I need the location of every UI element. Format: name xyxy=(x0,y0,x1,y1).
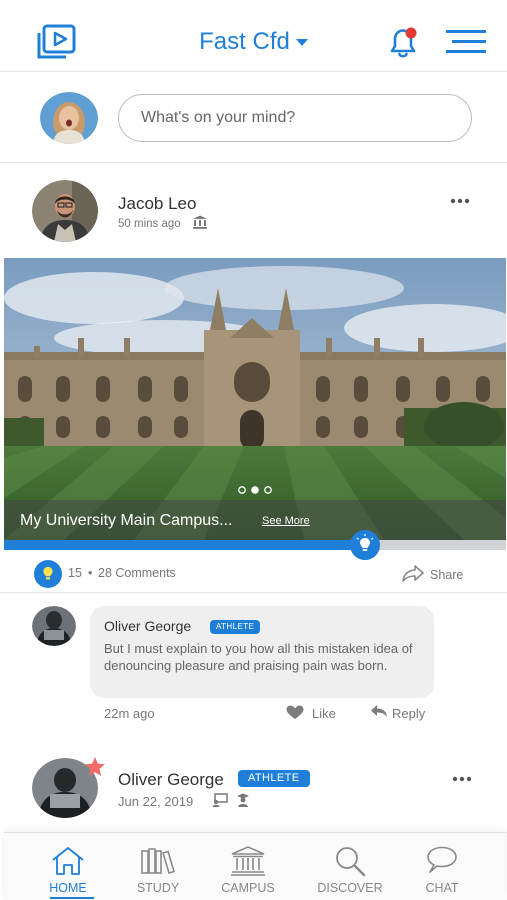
more-options-icon[interactable] xyxy=(452,776,472,782)
engagement-progress-fill xyxy=(4,540,366,550)
nav-chat[interactable]: CHAT xyxy=(392,833,492,900)
divider xyxy=(0,592,507,593)
comment-text: But I must explain to you how all this m… xyxy=(104,641,413,673)
carousel-indicator[interactable] xyxy=(236,484,276,496)
nav-campus[interactable]: CAMPUS xyxy=(198,833,298,900)
second-post-author-name[interactable]: Oliver George xyxy=(118,770,224,790)
my-avatar[interactable] xyxy=(40,92,98,144)
app-header: Fast Cfd xyxy=(0,0,507,72)
engagement-progress-track xyxy=(4,540,506,550)
image-caption-bar: My University Main Campus... See More xyxy=(4,500,506,540)
nav-label: CAMPUS xyxy=(221,881,275,895)
classroom-icon xyxy=(212,793,228,807)
chevron-down-icon xyxy=(295,38,308,46)
comment-bubble: Oliver George ATHLETE But I must explain… xyxy=(90,606,434,698)
brand-title: Fast Cfd xyxy=(199,28,290,55)
chat-icon xyxy=(427,846,457,873)
reply-icon[interactable] xyxy=(370,704,388,718)
share-icon[interactable] xyxy=(402,564,424,582)
nav-study[interactable]: STUDY xyxy=(108,833,208,900)
notification-dot xyxy=(405,27,417,39)
nav-discover[interactable]: DISCOVER xyxy=(300,833,400,900)
search-icon xyxy=(336,847,366,877)
heart-icon[interactable] xyxy=(286,705,304,720)
notification-bell-icon[interactable] xyxy=(386,24,420,60)
home-icon xyxy=(52,847,84,875)
athlete-badge: ATHLETE xyxy=(238,770,310,787)
second-post-date: Jun 22, 2019 xyxy=(118,794,194,809)
like-button[interactable]: Like xyxy=(312,706,336,721)
graduate-icon xyxy=(237,793,249,807)
idea-reaction-icon[interactable] xyxy=(34,560,62,588)
lightbulb-icon[interactable] xyxy=(350,530,380,560)
nav-label: HOME xyxy=(49,881,87,895)
post-image-campus[interactable] xyxy=(4,258,506,540)
comment-time: 22m ago xyxy=(104,706,155,721)
nav-home[interactable]: HOME xyxy=(18,833,118,900)
comment-author-name[interactable]: Oliver George xyxy=(104,618,191,634)
author-avatar[interactable] xyxy=(32,180,98,242)
see-more-link[interactable]: See More xyxy=(262,515,310,527)
image-caption: My University Main Campus... xyxy=(20,512,233,529)
nav-label: CHAT xyxy=(425,881,459,895)
nav-label: STUDY xyxy=(136,881,180,895)
separator-dot: • xyxy=(88,566,93,580)
account-switcher[interactable]: Fast Cfd xyxy=(0,28,507,56)
athlete-badge: ATHLETE xyxy=(210,620,261,634)
campus-icon xyxy=(231,846,265,876)
post-author-name[interactable]: Jacob Leo xyxy=(118,194,196,214)
active-tab-indicator xyxy=(50,897,94,899)
post-time: 50 mins ago xyxy=(118,218,181,230)
commenter-avatar[interactable] xyxy=(32,606,76,646)
institution-icon xyxy=(193,215,207,229)
share-button[interactable]: Share xyxy=(430,568,463,582)
bottom-navigation: HOME STUDY CAMPUS DISCOVER CHAT xyxy=(4,832,506,900)
reply-button[interactable]: Reply xyxy=(392,706,425,721)
whats-on-your-mind-input[interactable] xyxy=(118,94,472,142)
star-icon xyxy=(85,757,105,776)
comments-count-link[interactable]: 28 Comments xyxy=(98,566,176,580)
hamburger-menu-icon[interactable] xyxy=(446,28,486,56)
divider xyxy=(0,162,507,163)
reaction-count[interactable]: 15 xyxy=(68,566,82,580)
books-icon xyxy=(141,848,175,874)
nav-label: DISCOVER xyxy=(317,881,383,895)
more-options-icon[interactable] xyxy=(450,198,470,204)
